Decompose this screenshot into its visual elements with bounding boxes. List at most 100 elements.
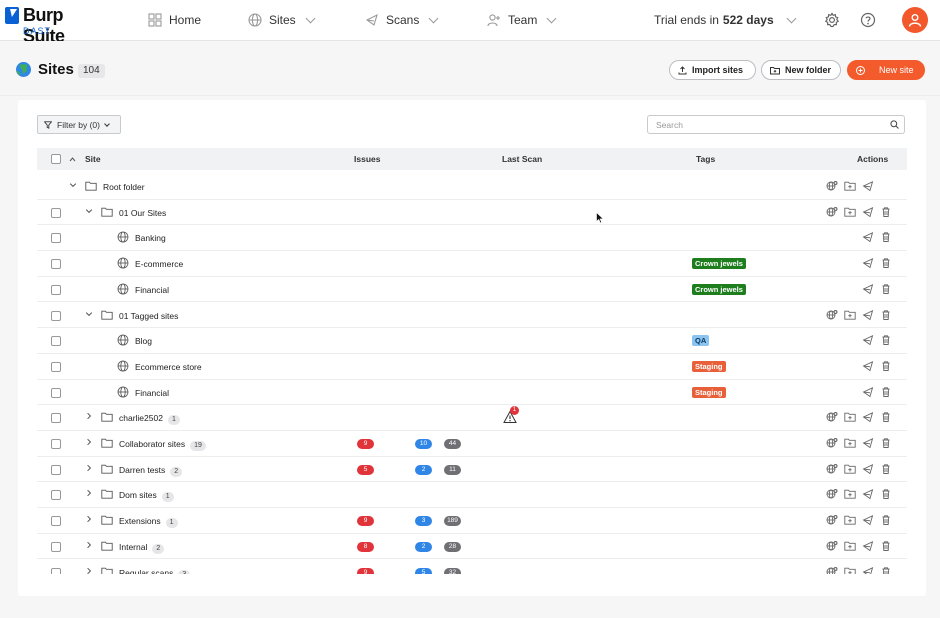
issues-medium-badge[interactable]: 10	[415, 439, 432, 449]
scan-icon[interactable]	[862, 386, 874, 398]
trash-icon[interactable]	[880, 309, 892, 321]
add-folder-icon[interactable]	[844, 206, 856, 218]
add-folder-icon[interactable]	[844, 463, 856, 475]
trash-icon[interactable]	[880, 488, 892, 500]
scan-icon[interactable]	[862, 283, 874, 295]
trash-icon[interactable]	[880, 257, 892, 269]
folder-name[interactable]: Darren tests 2	[119, 465, 183, 477]
scan-icon[interactable]	[862, 488, 874, 500]
issues-low-badge[interactable]: 189	[444, 516, 461, 527]
folder-row[interactable]: Internal 2 8 2 28	[37, 534, 907, 560]
trash-icon[interactable]	[880, 463, 892, 475]
trash-icon[interactable]	[880, 540, 892, 552]
chevron-down-icon[interactable]	[69, 181, 77, 189]
row-checkbox[interactable]	[51, 310, 61, 321]
row-checkbox[interactable]	[51, 387, 61, 398]
search-icon[interactable]	[890, 120, 899, 129]
filter-button[interactable]: Filter by (0)	[37, 115, 121, 134]
site-name[interactable]: E-commerce	[135, 259, 183, 269]
scan-icon[interactable]	[862, 180, 874, 192]
add-site-icon[interactable]	[826, 540, 838, 552]
trial-dropdown[interactable]: Trial ends in 522 days	[654, 10, 797, 30]
scan-icon[interactable]	[862, 334, 874, 346]
trash-icon[interactable]	[880, 411, 892, 423]
chevron-right-icon[interactable]	[85, 464, 93, 472]
row-checkbox[interactable]	[51, 464, 61, 475]
scan-icon[interactable]	[862, 463, 874, 475]
scan-icon[interactable]	[862, 411, 874, 423]
add-site-icon[interactable]	[826, 206, 838, 218]
site-row[interactable]: Banking	[37, 225, 907, 252]
row-checkbox[interactable]	[51, 361, 61, 372]
burp-suite-logo[interactable]: Burp Suite DAST	[5, 5, 105, 46]
site-name[interactable]: Financial	[135, 285, 169, 295]
trash-icon[interactable]	[880, 514, 892, 526]
chevron-right-icon[interactable]	[85, 489, 93, 497]
user-avatar[interactable]	[902, 7, 928, 33]
folder-row[interactable]: Collaborator sites 19 9 10 44	[37, 431, 907, 457]
new-site-button[interactable]: New site	[847, 60, 925, 80]
issues-high-badge[interactable]: 8	[357, 541, 374, 552]
folder-name[interactable]: Extensions 1	[119, 516, 178, 529]
add-folder-icon[interactable]	[844, 180, 856, 192]
nav-sites[interactable]: Sites	[248, 10, 316, 30]
trash-icon[interactable]	[880, 566, 892, 574]
folder-name[interactable]: 01 Tagged sites	[119, 311, 178, 321]
site-row[interactable]: Financial Crown jewels	[37, 277, 907, 303]
add-folder-icon[interactable]	[844, 514, 856, 526]
settings-gear-icon[interactable]	[824, 12, 840, 28]
folder-row[interactable]: Extensions 1 9 3 189	[37, 508, 907, 534]
import-sites-button[interactable]: Import sites	[669, 60, 756, 80]
add-folder-icon[interactable]	[844, 309, 856, 321]
site-name[interactable]: Ecommerce store	[135, 362, 202, 372]
add-folder-icon[interactable]	[844, 411, 856, 423]
row-checkbox[interactable]	[51, 541, 61, 552]
nav-team[interactable]: Team	[487, 10, 557, 30]
chevron-down-icon[interactable]	[85, 310, 93, 318]
folder-name[interactable]: 01 Our Sites	[119, 208, 166, 218]
folder-row[interactable]: 01 Tagged sites	[37, 303, 907, 329]
issues-low-badge[interactable]: 28	[444, 541, 461, 552]
scan-icon[interactable]	[862, 206, 874, 218]
add-site-icon[interactable]	[826, 514, 838, 526]
chevron-right-icon[interactable]	[85, 438, 93, 446]
folder-name[interactable]: charlie2502 1	[119, 413, 180, 426]
folder-name[interactable]: Regular scans 3	[119, 568, 191, 574]
chevron-right-icon[interactable]	[85, 515, 93, 523]
add-folder-icon[interactable]	[844, 488, 856, 500]
trash-icon[interactable]	[880, 386, 892, 398]
scan-icon[interactable]	[862, 437, 874, 449]
issues-medium-badge[interactable]: 2	[415, 541, 432, 552]
site-row[interactable]: Financial Staging	[37, 380, 907, 406]
chevron-right-icon[interactable]	[85, 412, 93, 420]
issues-high-badge[interactable]: 9	[357, 439, 374, 449]
add-site-icon[interactable]	[826, 309, 838, 321]
row-checkbox[interactable]	[51, 439, 61, 449]
issues-low-badge[interactable]: 32	[444, 567, 461, 574]
row-checkbox[interactable]	[51, 567, 61, 574]
scan-icon[interactable]	[862, 540, 874, 552]
new-folder-button[interactable]: New folder	[761, 60, 841, 80]
add-site-icon[interactable]	[826, 488, 838, 500]
site-name[interactable]: Financial	[135, 388, 169, 398]
folder-row[interactable]: Root folder	[37, 174, 907, 200]
folder-row[interactable]: Regular scans 3 9 5 32	[37, 560, 907, 574]
issues-low-badge[interactable]: 44	[444, 439, 461, 449]
issues-low-badge[interactable]: 11	[444, 464, 461, 475]
nav-home[interactable]: Home	[148, 10, 201, 30]
issues-high-badge[interactable]: 9	[357, 516, 374, 527]
add-folder-icon[interactable]	[844, 437, 856, 449]
issues-high-badge[interactable]: 5	[357, 464, 374, 475]
folder-name[interactable]: Dom sites 1	[119, 490, 174, 503]
folder-name[interactable]: Root folder	[103, 182, 145, 192]
folder-row[interactable]: 01 Our Sites	[37, 200, 907, 226]
scan-icon[interactable]	[862, 231, 874, 243]
issues-medium-badge[interactable]: 2	[415, 464, 432, 475]
add-site-icon[interactable]	[826, 566, 838, 574]
scan-icon[interactable]	[862, 514, 874, 526]
row-checkbox[interactable]	[51, 259, 61, 270]
row-checkbox[interactable]	[51, 233, 61, 244]
column-header-issues[interactable]: Issues	[354, 154, 380, 164]
column-header-last-scan[interactable]: Last Scan	[502, 154, 542, 164]
row-checkbox[interactable]	[51, 490, 61, 501]
